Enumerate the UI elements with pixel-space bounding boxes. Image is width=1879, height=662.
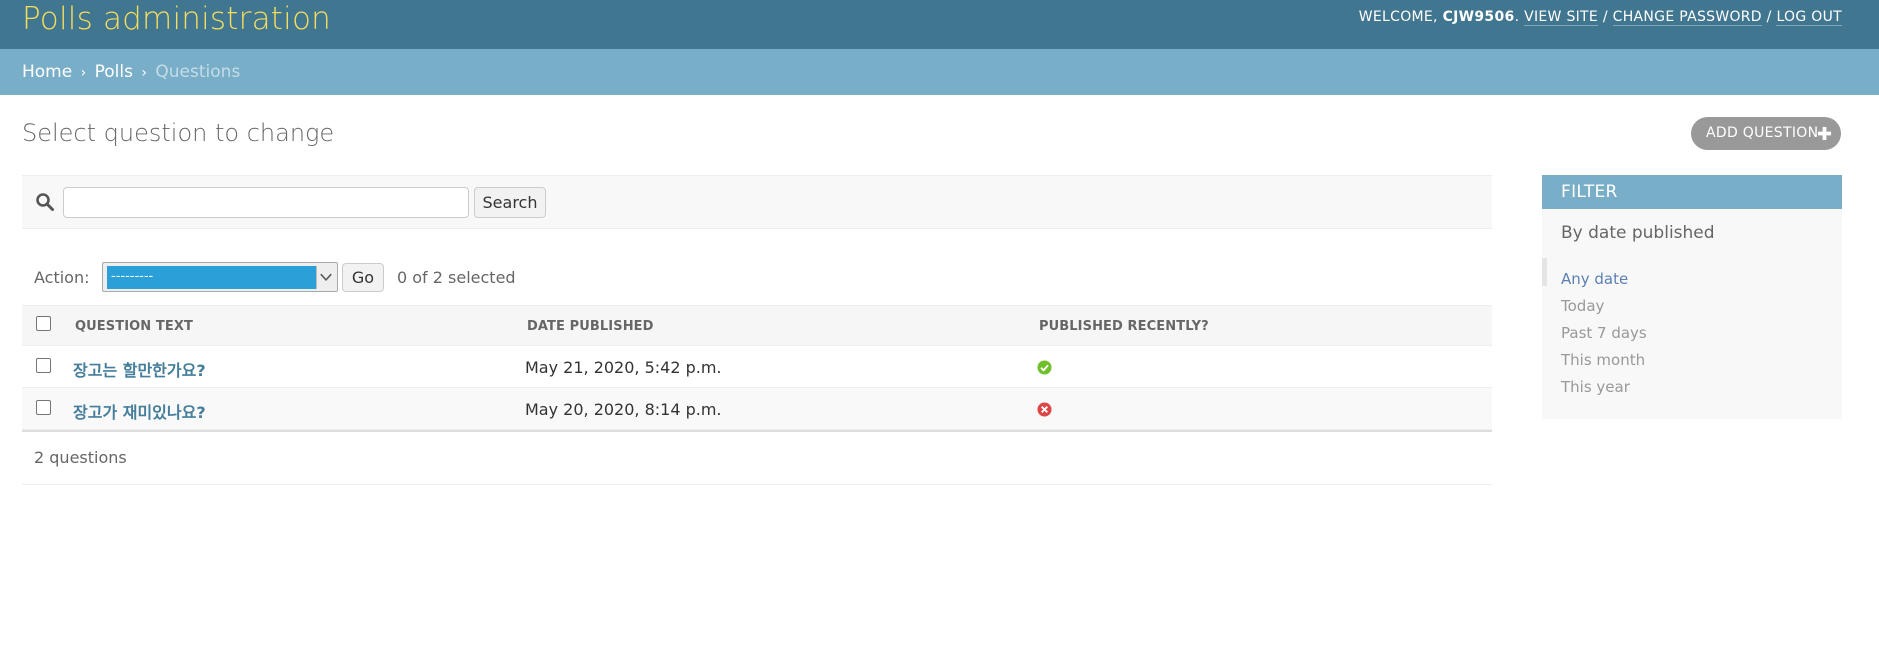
action-select[interactable]: --------- (102, 262, 338, 292)
column-header-published-recently: PUBLISHED RECENTLY? (1039, 319, 1209, 334)
breadcrumb-separator: › (141, 65, 147, 81)
page-title: Select question to change (22, 119, 335, 147)
filter-this-year[interactable]: This year (1561, 378, 1630, 396)
row-checkbox[interactable] (36, 358, 51, 373)
breadcrumb-separator: › (80, 65, 87, 81)
view-site-link[interactable]: VIEW SITE (1524, 9, 1599, 26)
column-header-date-published: DATE PUBLISHED (527, 319, 654, 334)
breadcrumb-home[interactable]: Home (22, 62, 72, 82)
filter-past-7-days[interactable]: Past 7 days (1561, 324, 1647, 342)
table-divider (22, 430, 1492, 432)
filter-today[interactable]: Today (1561, 297, 1604, 315)
change-password-link[interactable]: CHANGE PASSWORD (1612, 9, 1762, 26)
separator: / (1766, 9, 1772, 25)
question-link[interactable]: 장고가 재미있나요? (73, 399, 206, 423)
add-question-button[interactable]: ADD QUESTION (1691, 117, 1841, 150)
action-label: Action: (34, 268, 90, 287)
chevron-down-icon (316, 266, 332, 289)
breadcrumb: Home › Polls › Questions (0, 49, 1879, 95)
check-circle-icon (1037, 360, 1052, 375)
date-published: May 21, 2020, 5:42 p.m. (525, 358, 722, 377)
separator: / (1602, 9, 1608, 25)
question-link[interactable]: 장고는 할만한가요? (73, 357, 206, 381)
filter-heading: FILTER (1542, 175, 1842, 209)
table-row: 장고가 재미있나요? May 20, 2020, 8:14 p.m. (22, 388, 1492, 430)
plus-icon (1817, 126, 1832, 141)
breadcrumb-current: Questions (155, 62, 241, 82)
action-counter: 0 of 2 selected (397, 268, 516, 287)
header: Polls administration WELCOME, CJW9506. V… (0, 0, 1879, 49)
go-button[interactable]: Go (342, 263, 384, 292)
x-circle-icon (1037, 402, 1052, 417)
table-header: QUESTION TEXT DATE PUBLISHED PUBLISHED R… (22, 305, 1492, 346)
site-title[interactable]: Polls administration (22, 0, 331, 40)
column-header-question-text: QUESTION TEXT (75, 319, 193, 334)
filter-any-date[interactable]: Any date (1561, 270, 1628, 288)
search-toolbar: Search (22, 175, 1492, 229)
search-icon (36, 193, 54, 211)
filter-selected-marker (1542, 258, 1547, 286)
action-selected-option: --------- (107, 266, 316, 289)
log-out-link[interactable]: LOG OUT (1776, 9, 1842, 26)
filter-sidebar: FILTER By date published Any date Today … (1542, 175, 1842, 419)
welcome-text: WELCOME, (1358, 9, 1438, 25)
date-published: May 20, 2020, 8:14 p.m. (525, 400, 722, 419)
select-all-checkbox[interactable] (36, 316, 51, 331)
filter-this-month[interactable]: This month (1561, 351, 1645, 369)
breadcrumb-polls[interactable]: Polls (95, 62, 133, 82)
row-checkbox[interactable] (36, 400, 51, 415)
user-tools: WELCOME, CJW9506. VIEW SITE / CHANGE PAS… (1358, 9, 1842, 26)
search-input[interactable] (63, 187, 469, 218)
result-table: QUESTION TEXT DATE PUBLISHED PUBLISHED R… (22, 305, 1492, 432)
search-button[interactable]: Search (474, 187, 546, 218)
username: CJW9506 (1442, 9, 1515, 25)
filter-subheading: By date published (1561, 223, 1715, 243)
table-row: 장고는 할만한가요? May 21, 2020, 5:42 p.m. (22, 346, 1492, 388)
add-question-label: ADD QUESTION (1706, 125, 1819, 141)
paginator: 2 questions (22, 433, 1492, 485)
